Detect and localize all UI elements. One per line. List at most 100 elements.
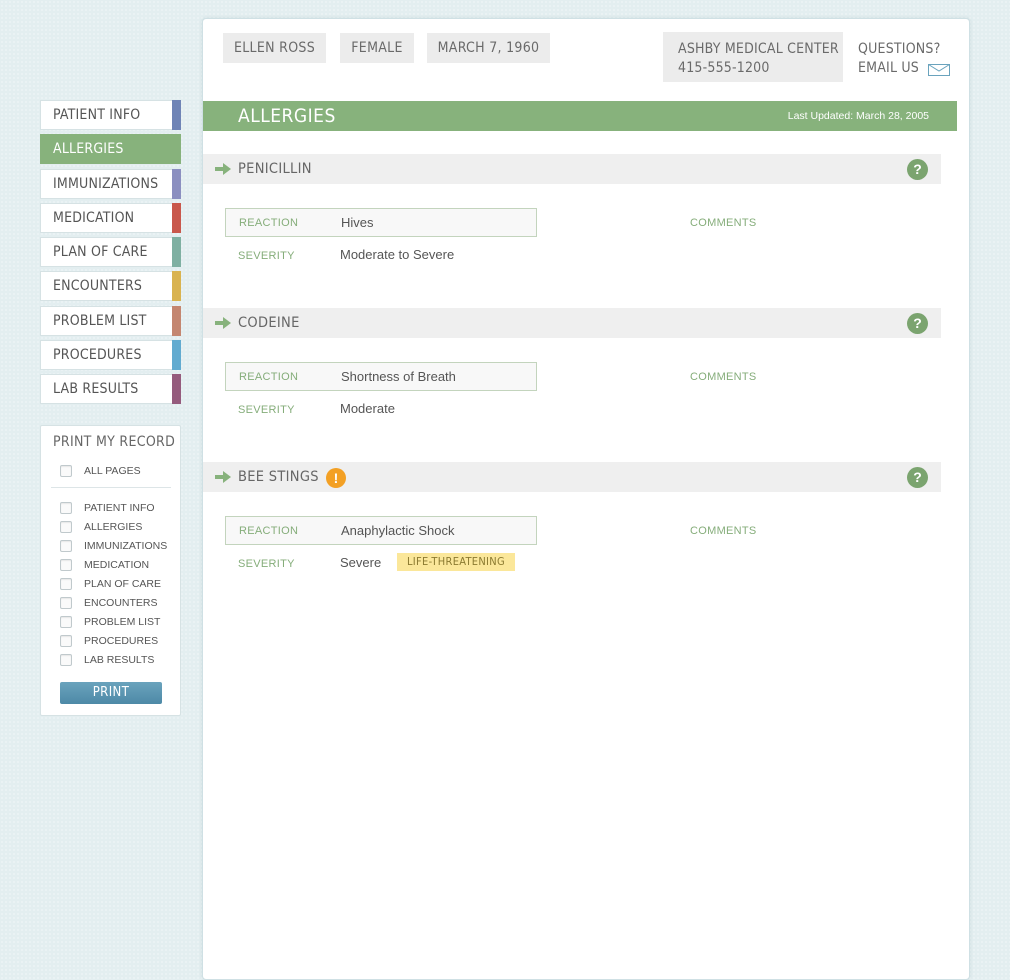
checkbox[interactable]	[60, 616, 72, 628]
allergy-name: CODEINE	[238, 315, 300, 331]
sidebar-item-label: LAB RESULTS	[53, 381, 139, 398]
allergy-header[interactable]: PENICILLIN ?	[203, 154, 941, 184]
color-tab	[172, 202, 181, 233]
checkbox[interactable]	[60, 578, 72, 590]
print-button[interactable]: PRINT	[60, 682, 162, 704]
patient-name: ELLEN ROSS	[223, 33, 326, 63]
color-tab	[172, 374, 181, 405]
allergy-header[interactable]: BEE STINGS ! ?	[203, 462, 941, 492]
color-tab	[172, 305, 181, 336]
print-option-patient-info[interactable]: PATIENT INFO	[60, 501, 155, 515]
color-tab	[172, 100, 181, 130]
divider	[51, 487, 171, 488]
sidebar-item-immunizations[interactable]: IMMUNIZATIONS	[40, 168, 181, 199]
sidebar-nav: PATIENT INFO ALLERGIES IMMUNIZATIONS MED…	[40, 100, 181, 409]
color-tab	[172, 237, 181, 268]
questions-label: QUESTIONS?	[858, 41, 941, 57]
warning-icon: !	[326, 468, 346, 488]
checkbox-label: ALL PAGES	[84, 465, 141, 477]
checkbox-label: PLAN OF CARE	[84, 578, 162, 590]
reaction-field: REACTION Shortness of Breath	[225, 362, 537, 391]
allergy-entry: CODEINE ? REACTION Shortness of Breath C…	[203, 308, 943, 418]
reaction-value: Hives	[341, 215, 374, 230]
comments-label: COMMENTS	[690, 371, 757, 383]
sidebar-item-lab-results[interactable]: LAB RESULTS	[40, 374, 181, 405]
arrow-right-icon	[215, 317, 231, 329]
life-threatening-badge: LIFE-THREATENING	[397, 553, 515, 571]
print-option-medication[interactable]: MEDICATION	[60, 558, 149, 572]
sidebar-item-label: PROBLEM LIST	[53, 312, 147, 329]
checkbox[interactable]	[60, 521, 72, 533]
email-us-label: EMAIL US	[858, 60, 919, 76]
facility-info: ASHBY MEDICAL CENTER 415-555-1200	[663, 32, 843, 82]
print-option-problem-list[interactable]: PROBLEM LIST	[60, 615, 160, 629]
facility-name: ASHBY MEDICAL CENTER	[678, 41, 839, 57]
sidebar-item-patient-info[interactable]: PATIENT INFO	[40, 100, 181, 130]
reaction-value: Shortness of Breath	[341, 369, 456, 384]
help-icon[interactable]: ?	[907, 467, 928, 488]
print-option-plan-of-care[interactable]: PLAN OF CARE	[60, 577, 161, 591]
sidebar-item-plan-of-care[interactable]: PLAN OF CARE	[40, 237, 181, 268]
print-option-procedures[interactable]: PROCEDURES	[60, 634, 158, 648]
allergy-entry: PENICILLIN ? REACTION Hives COMMENTS SEV…	[203, 154, 943, 264]
allergy-entry: BEE STINGS ! ? REACTION Anaphylactic Sho…	[203, 462, 943, 572]
checkbox[interactable]	[60, 597, 72, 609]
email-us-link[interactable]: EMAIL US	[858, 59, 958, 78]
checkbox[interactable]	[60, 635, 72, 647]
checkbox-label: LAB RESULTS	[84, 654, 155, 666]
reaction-field: REACTION Hives	[225, 208, 537, 237]
print-option-all-pages[interactable]: ALL PAGES	[60, 464, 141, 478]
reaction-label: REACTION	[239, 371, 299, 383]
comments-label: COMMENTS	[690, 217, 757, 229]
main-panel: ELLEN ROSS FEMALE MARCH 7, 1960 ASHBY ME…	[202, 18, 970, 980]
sidebar-item-encounters[interactable]: ENCOUNTERS	[40, 271, 181, 302]
print-option-encounters[interactable]: ENCOUNTERS	[60, 596, 158, 610]
print-option-immunizations[interactable]: IMMUNIZATIONS	[60, 539, 167, 553]
print-option-lab-results[interactable]: LAB RESULTS	[60, 653, 154, 667]
sidebar-item-allergies[interactable]: ALLERGIES	[40, 134, 181, 165]
reaction-label: REACTION	[239, 217, 299, 229]
sidebar-item-label: PATIENT INFO	[53, 107, 141, 123]
section-header: ALLERGIES Last Updated: March 28, 2005	[203, 101, 957, 131]
reaction-field: REACTION Anaphylactic Shock	[225, 516, 537, 545]
facility-phone: 415-555-1200	[678, 60, 770, 76]
section-title: ALLERGIES	[238, 105, 336, 127]
patient-gender: FEMALE	[340, 33, 414, 63]
checkbox-label: ENCOUNTERS	[84, 597, 158, 609]
checkbox-label: PATIENT INFO	[84, 502, 155, 514]
sidebar-item-procedures[interactable]: PROCEDURES	[40, 340, 181, 371]
help-icon[interactable]: ?	[907, 313, 928, 334]
checkbox-label: ALLERGIES	[84, 521, 143, 533]
severity-label: SEVERITY	[238, 404, 295, 416]
sidebar-item-problem-list[interactable]: PROBLEM LIST	[40, 305, 181, 336]
patient-dob: MARCH 7, 1960	[427, 33, 550, 63]
last-updated: Last Updated: March 28, 2005	[787, 110, 929, 122]
reaction-value: Anaphylactic Shock	[341, 523, 455, 538]
sidebar-item-label: ENCOUNTERS	[53, 278, 143, 295]
severity-label: SEVERITY	[238, 558, 295, 570]
checkbox[interactable]	[60, 502, 72, 514]
arrow-right-icon	[215, 471, 231, 483]
allergy-header[interactable]: CODEINE ?	[203, 308, 941, 338]
checkbox-label: PROBLEM LIST	[84, 616, 161, 628]
checkbox-label: IMMUNIZATIONS	[84, 540, 168, 552]
checkbox[interactable]	[60, 540, 72, 552]
checkbox[interactable]	[60, 465, 72, 477]
sidebar-item-label: MEDICATION	[53, 209, 135, 226]
allergy-name: BEE STINGS	[238, 469, 319, 485]
print-panel-title: PRINT MY RECORD	[53, 434, 176, 450]
severity-label: SEVERITY	[238, 250, 295, 262]
print-option-allergies[interactable]: ALLERGIES	[60, 520, 142, 534]
reaction-label: REACTION	[239, 525, 299, 537]
sidebar-item-medication[interactable]: MEDICATION	[40, 202, 181, 233]
arrow-right-icon	[215, 163, 231, 175]
checkbox-label: MEDICATION	[84, 559, 150, 571]
checkbox[interactable]	[60, 559, 72, 571]
checkbox[interactable]	[60, 654, 72, 666]
help-icon[interactable]: ?	[907, 159, 928, 180]
print-record-panel: PRINT MY RECORD ALL PAGES PATIENT INFO A…	[40, 425, 181, 716]
sidebar-item-label: ALLERGIES	[53, 141, 124, 158]
sidebar-item-label: PLAN OF CARE	[53, 244, 148, 261]
allergy-name: PENICILLIN	[238, 161, 312, 177]
severity-value: Severe	[340, 555, 382, 570]
